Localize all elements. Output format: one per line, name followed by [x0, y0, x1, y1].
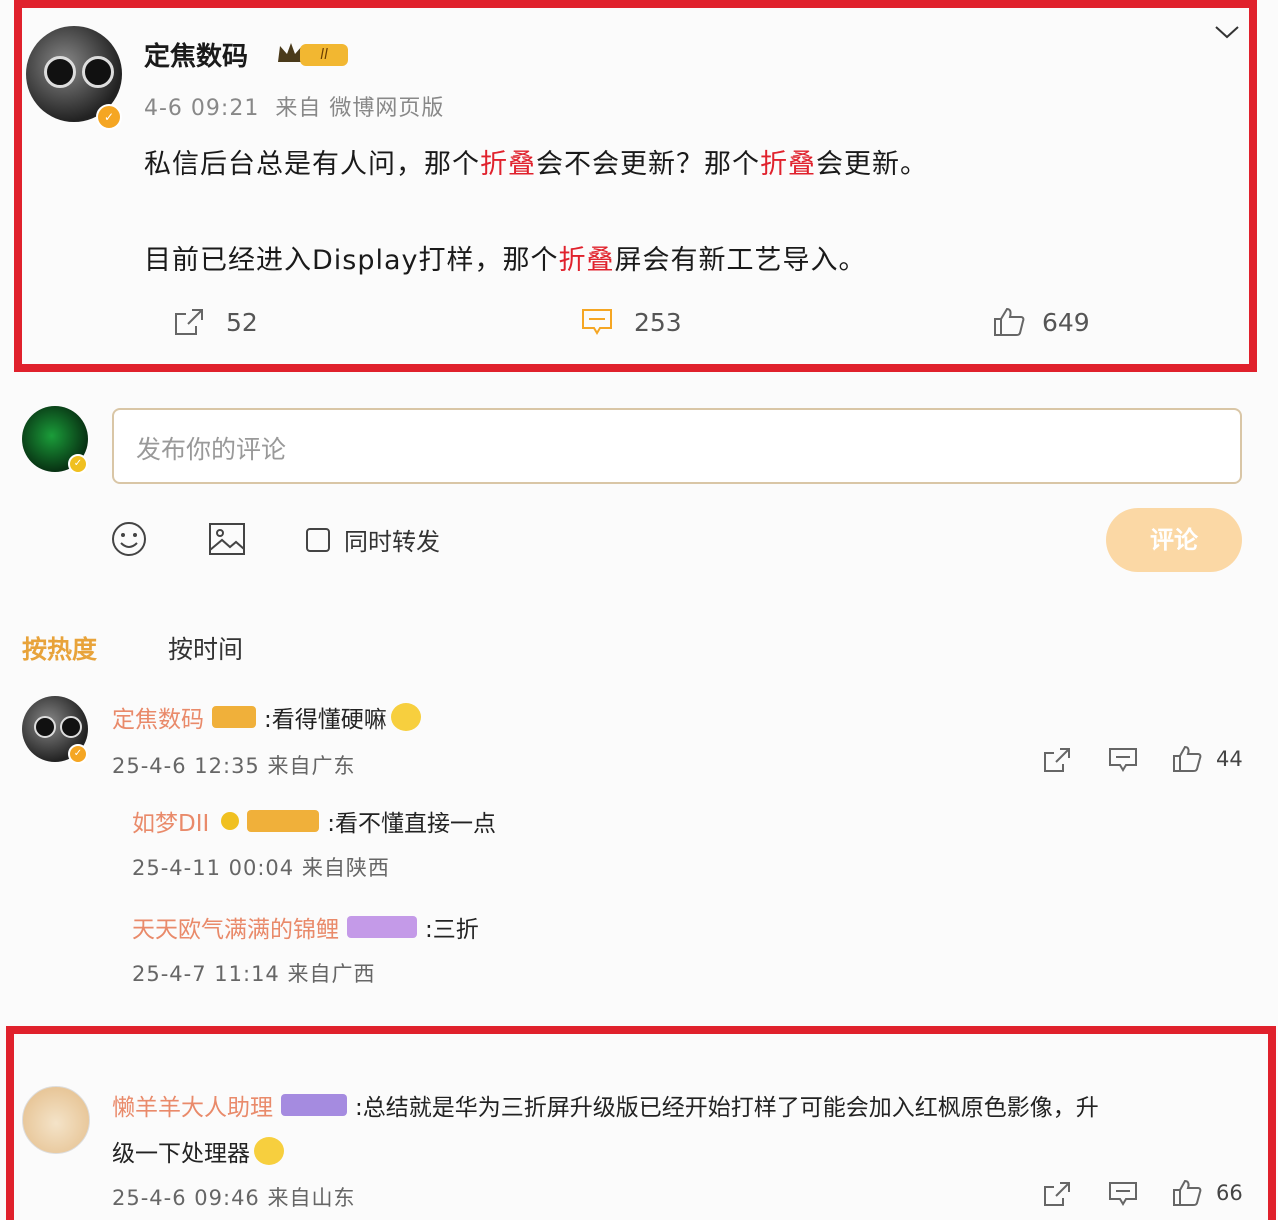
reply-author-name[interactable]: 天天欧气满满的锦鲤 — [132, 910, 339, 944]
post-time: 4-6 09:21 — [144, 96, 260, 121]
comment-text: :看得懂硬嘛 — [264, 707, 387, 733]
emoji-button[interactable] — [110, 520, 148, 562]
text-segment: 屏会有新工艺导入。 — [614, 245, 867, 276]
text-segment: 私信后台总是有人问，那个 — [144, 149, 480, 180]
thumbs-up-icon — [1173, 1179, 1202, 1206]
comment-icon — [580, 306, 614, 338]
repost-label: 同时转发 — [344, 528, 440, 556]
comment-share-button[interactable] — [1042, 746, 1072, 778]
reply-author-name[interactable]: 如梦DII — [132, 804, 209, 838]
verified-icon: ✓ — [68, 454, 88, 474]
fan-badge — [247, 810, 320, 832]
reply-text: :三折 — [425, 917, 479, 943]
level-badge: ll — [300, 44, 348, 66]
reply-text: :看不懂直接一点 — [327, 811, 497, 837]
fan-badge — [347, 916, 417, 938]
comment-reply-button[interactable] — [1108, 1180, 1138, 1212]
thumbs-up-icon — [992, 306, 1026, 338]
text-segment: 会不会更新？那个 — [536, 149, 760, 180]
comment-author-name[interactable]: 定焦数码 — [112, 700, 204, 734]
repost-checkbox[interactable]: 同时转发 — [306, 522, 440, 557]
share-count: 52 — [226, 307, 258, 337]
comment-text-line2-row: 级一下处理器 — [112, 1134, 284, 1168]
reply-meta: 25-4-7 11:14 来自广西 — [132, 962, 376, 986]
highlight-keyword: 折叠 — [558, 245, 615, 276]
post-text-line1: 私信后台总是有人问，那个折叠会不会更新？那个折叠会更新。 — [144, 142, 928, 181]
reply-header: 如梦DII :看不懂直接一点 — [132, 804, 496, 838]
text-segment: 目前已经进入Display打样，那个 — [144, 245, 559, 276]
comment-author-avatar[interactable] — [22, 1086, 90, 1154]
highlight-keyword: 折叠 — [760, 149, 816, 180]
comment-share-button[interactable] — [1042, 1180, 1072, 1212]
share-icon — [1044, 1182, 1070, 1206]
smiley-icon — [112, 522, 146, 556]
verified-icon: ✓ — [96, 104, 122, 130]
comment-meta: 25-4-6 09:46 来自山东 — [112, 1186, 356, 1210]
comment-like-count: 66 — [1216, 1181, 1243, 1205]
image-button[interactable] — [208, 520, 246, 562]
emoji-icon — [254, 1137, 284, 1165]
comment-input[interactable]: 发布你的评论 — [112, 408, 1242, 484]
comment-meta: 25-4-6 12:35 来自广东 — [112, 754, 356, 778]
reply-header: 天天欧气满满的锦鲤 :三折 — [132, 910, 479, 944]
tab-sort-time[interactable]: 按时间 — [168, 630, 243, 666]
emoji-icon — [390, 703, 421, 731]
comment-author-name[interactable]: 懒羊羊大人助理 — [112, 1088, 273, 1122]
verified-icon — [221, 812, 240, 830]
image-icon — [209, 523, 245, 555]
checkbox-box[interactable] — [306, 527, 330, 552]
share-icon — [172, 306, 206, 338]
post-author-name[interactable]: 定焦数码 — [144, 36, 248, 73]
comment-button[interactable]: 253 — [580, 306, 682, 338]
comment-input-placeholder: 发布你的评论 — [136, 435, 287, 464]
more-chevron-icon[interactable] — [1214, 24, 1240, 44]
comment-count: 253 — [634, 307, 682, 337]
post-source: 来自 微博网页版 — [275, 96, 445, 121]
verified-icon: ✓ — [68, 744, 88, 764]
highlight-keyword: 折叠 — [480, 149, 536, 180]
comment-text-line2: 级一下处理器 — [112, 1141, 250, 1167]
share-icon — [1044, 748, 1070, 772]
comment-icon — [1109, 1182, 1137, 1206]
comment-header: 懒羊羊大人助理 :总结就是华为三折屏升级版已经开始打样了可能会加入红枫原色影像，… — [112, 1088, 1099, 1122]
comment-like-count: 44 — [1216, 747, 1243, 771]
comment-like-button[interactable]: 66 — [1172, 1178, 1243, 1208]
comment-icon — [1109, 748, 1137, 772]
share-button[interactable]: 52 — [172, 306, 258, 338]
like-count: 649 — [1042, 307, 1090, 337]
text-segment: 会更新。 — [816, 149, 928, 180]
comment-reply-button[interactable] — [1108, 746, 1138, 778]
tab-sort-hot[interactable]: 按热度 — [22, 630, 97, 666]
comment-text-line1: :总结就是华为三折屏升级版已经开始打样了可能会加入红枫原色影像，升 — [355, 1095, 1099, 1121]
thumbs-up-icon — [1173, 745, 1202, 772]
submit-comment-button[interactable]: 评论 — [1106, 508, 1242, 572]
reply-meta: 25-4-11 00:04 来自陕西 — [132, 856, 390, 880]
like-button[interactable]: 649 — [992, 306, 1090, 338]
fan-badge — [281, 1094, 347, 1116]
comment-like-button[interactable]: 44 — [1172, 744, 1243, 774]
comment-header: 定焦数码 :看得懂硬嘛 — [112, 700, 421, 734]
post-meta: 4-6 09:21 来自 微博网页版 — [144, 90, 444, 122]
fan-badge — [212, 706, 256, 728]
post-text-line2: 目前已经进入Display打样，那个折叠屏会有新工艺导入。 — [144, 238, 867, 277]
